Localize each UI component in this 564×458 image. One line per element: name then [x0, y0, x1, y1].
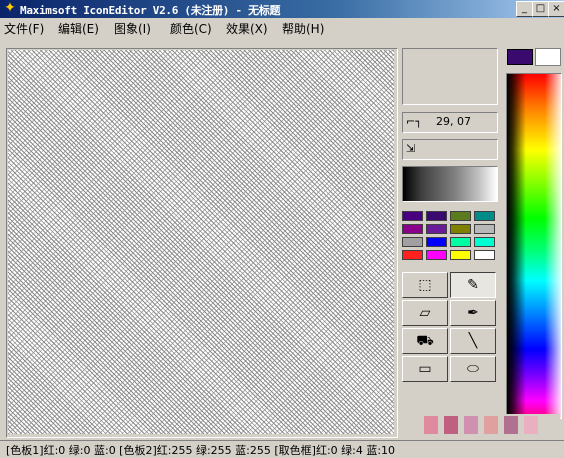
thumbnail[interactable] [504, 416, 518, 434]
palette-swatch[interactable] [426, 237, 447, 247]
close-button[interactable]: × [548, 1, 564, 17]
menu-file[interactable]: 文件(F) [4, 20, 44, 37]
ellipse-tool-button[interactable]: ⬭ [450, 356, 496, 382]
ellipse-icon: ⬭ [467, 361, 479, 377]
grayscale-ramp[interactable] [402, 166, 498, 202]
eyedropper-icon: ✒ [467, 305, 479, 321]
selection-size-box: ⇲ [402, 139, 498, 160]
line-icon: ╲ [468, 333, 478, 349]
thumbnail-strip [404, 414, 560, 436]
maximize-button[interactable]: □ [532, 1, 549, 17]
palette-swatch[interactable] [450, 250, 471, 260]
spectrum-shade [507, 74, 561, 418]
eyedropper-tool-button[interactable]: ✒ [450, 300, 496, 326]
dashed-rect-icon: ⬚ [418, 277, 432, 293]
icon-preview [402, 48, 498, 105]
palette-swatch[interactable] [426, 211, 447, 221]
status-bar: [色板1]红:0 绿:0 蓝:0 [色板2]红:255 绿:255 蓝:255 … [0, 440, 564, 458]
thumbnail[interactable] [444, 416, 458, 434]
thumbnail[interactable] [464, 416, 478, 434]
palette-swatch[interactable] [450, 237, 471, 247]
eraser-icon: ▱ [419, 305, 431, 321]
background-color-swatch[interactable] [535, 48, 561, 66]
palette-swatch[interactable] [426, 224, 447, 234]
thumbnail[interactable] [424, 416, 438, 434]
palette-swatch[interactable] [402, 250, 423, 260]
menu-edit[interactable]: 编辑(E) [58, 20, 99, 37]
color-palette [402, 211, 498, 263]
line-tool-button[interactable]: ╲ [450, 328, 496, 354]
palette-swatch[interactable] [402, 237, 423, 247]
palette-swatch[interactable] [474, 224, 495, 234]
palette-swatch[interactable] [426, 250, 447, 260]
palette-swatch[interactable] [402, 224, 423, 234]
menu-image[interactable]: 图象(I) [114, 20, 151, 37]
pencil-icon: ✎ [467, 277, 479, 293]
close-icon: × [552, 3, 561, 14]
rectangle-tool-button[interactable]: ▭ [402, 356, 448, 382]
menu-help[interactable]: 帮助(H) [282, 20, 324, 37]
foreground-color-swatch[interactable] [507, 49, 533, 65]
cursor-position: 29, 07 [436, 115, 471, 128]
select-rect-tool-button[interactable]: ⬚ [402, 272, 448, 298]
pencil-tool-button[interactable]: ✎ [450, 272, 496, 298]
status-text: [色板1]红:0 绿:0 蓝:0 [色板2]红:255 绿:255 蓝:255 … [6, 444, 396, 457]
palette-swatch[interactable] [450, 211, 471, 221]
palette-swatch[interactable] [474, 237, 495, 247]
cursor-position-box: ⌐┐ 29, 07 [402, 112, 498, 133]
menu-effects[interactable]: 效果(X) [226, 20, 268, 37]
menu-color[interactable]: 颜色(C) [170, 20, 212, 37]
eraser-tool-button[interactable]: ▱ [402, 300, 448, 326]
canvas-frame [6, 48, 398, 438]
crosshair-icon: ⌐┐ [406, 115, 422, 128]
rectangle-icon: ▭ [418, 361, 432, 377]
thumbnail[interactable] [524, 416, 538, 434]
window-title: Maximsoft IconEditor V2.6 (未注册) - 无标题 [20, 4, 281, 17]
minimize-icon: _ [522, 3, 527, 14]
drawing-canvas[interactable] [8, 50, 394, 434]
app-icon[interactable]: ✦ [3, 1, 17, 16]
palette-swatch[interactable] [474, 250, 495, 260]
color-spectrum[interactable] [506, 73, 562, 419]
title-bar: ✦ Maximsoft IconEditor V2.6 (未注册) - 无标题 … [0, 0, 564, 18]
palette-swatch[interactable] [474, 211, 495, 221]
palette-swatch[interactable] [402, 211, 423, 221]
paint-bucket-icon: ⛟ [416, 333, 434, 349]
palette-swatch[interactable] [450, 224, 471, 234]
menu-bar: 文件(F) 编辑(E) 图象(I) 颜色(C) 效果(X) 帮助(H) [0, 18, 564, 38]
maximize-icon: □ [535, 3, 546, 14]
minimize-button[interactable]: _ [516, 1, 533, 17]
fill-tool-button[interactable]: ⛟ [402, 328, 448, 354]
thumbnail[interactable] [484, 416, 498, 434]
resize-icon: ⇲ [406, 142, 416, 155]
toolbox: ⬚ ✎ ▱ ✒ ⛟ ╲ ▭ ⬭ [402, 272, 498, 412]
